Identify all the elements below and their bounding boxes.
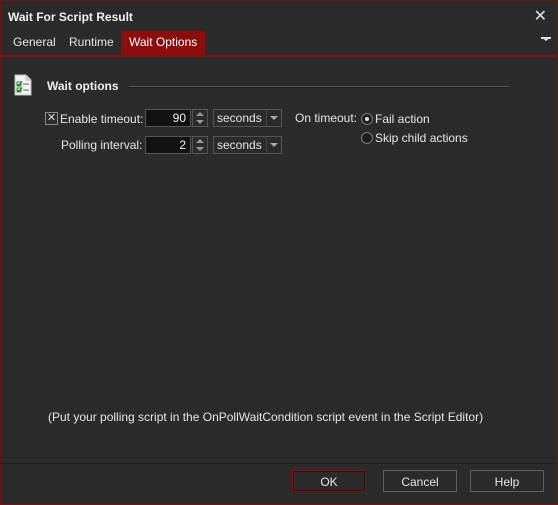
tab-bar: General Runtime Wait Options [1,31,557,57]
spin-down-icon[interactable] [196,147,204,151]
on-timeout-label: On timeout: [295,111,358,125]
checklist-icon [14,74,32,96]
fail-action-label[interactable]: Fail action [375,112,430,126]
timeout-unit-value: seconds [217,111,262,125]
ok-button[interactable]: OK [292,470,366,492]
tab-general[interactable]: General [5,31,64,55]
skip-child-actions-label[interactable]: Skip child actions [375,131,468,145]
polling-interval-input[interactable]: 2 [145,136,191,154]
cancel-button[interactable]: Cancel [383,470,457,492]
polling-spinner[interactable] [192,136,208,154]
skip-child-actions-radio[interactable] [361,132,373,144]
enable-timeout-label: Enable timeout: [60,112,144,126]
window-title: Wait For Script Result [8,10,133,24]
help-button[interactable]: Help [470,470,544,492]
spin-down-icon[interactable] [196,120,204,124]
polling-interval-label: Polling interval: [61,138,143,152]
enable-timeout-checkbox[interactable]: ✕ [45,112,58,125]
chevron-down-icon[interactable] [266,137,281,153]
tab-menu-icon[interactable] [541,37,551,55]
title-bar: Wait For Script Result ✕ [1,1,557,31]
timeout-value-input[interactable]: 90 [145,109,191,127]
timeout-unit-select[interactable]: seconds [213,109,282,127]
timeout-spinner[interactable] [192,109,208,127]
chevron-down-icon[interactable] [266,110,281,126]
polling-unit-value: seconds [217,138,262,152]
section-divider [129,86,509,88]
tab-wait-options[interactable]: Wait Options [121,31,206,55]
spin-up-icon[interactable] [196,112,204,116]
dialog-window: Wait For Script Result ✕ General Runtime… [0,0,558,505]
tab-runtime[interactable]: Runtime [61,31,122,55]
section-title: Wait options [47,79,119,93]
fail-action-radio[interactable] [361,113,373,125]
polling-script-hint: (Put your polling script in the OnPollWa… [48,410,484,424]
spin-up-icon[interactable] [196,139,204,143]
polling-unit-select[interactable]: seconds [213,136,282,154]
close-icon[interactable]: ✕ [534,6,547,26]
